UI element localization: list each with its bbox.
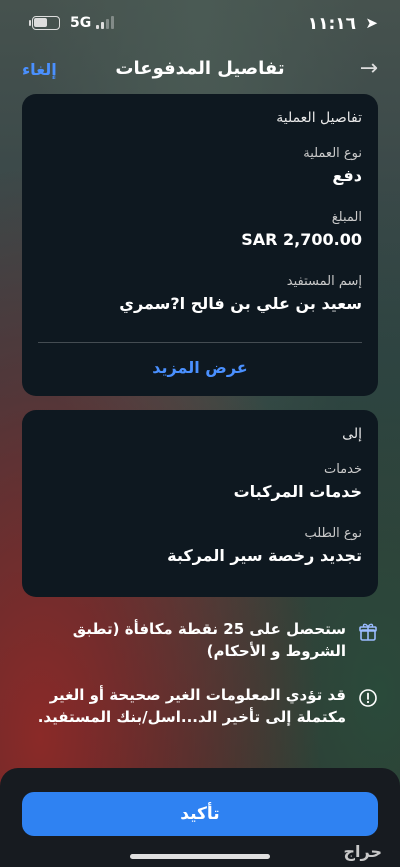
watermark: حراج [343, 842, 383, 861]
request-type-value: تجديد رخصة سير المركبة [167, 546, 362, 565]
warning-notice-text: قد تؤدي المعلومات الغير صحيحة أو الغير م… [37, 686, 346, 726]
arrow-right-icon[interactable]: → [360, 56, 378, 81]
beneficiary-label: إسم المستفيد [286, 274, 362, 289]
clock: ١١:١٦ [307, 14, 356, 34]
amount-value: SAR 2,700.00 [241, 230, 362, 249]
network-type: 5G [70, 15, 92, 31]
services-value: خدمات المركبات [233, 482, 362, 501]
beneficiary-value: سعيد بن علي بن فالح ا?سمري [119, 294, 362, 313]
show-more-button[interactable]: عرض المزيد [22, 358, 378, 377]
battery-icon [32, 16, 60, 30]
signal-icon [96, 15, 118, 29]
transaction-type-value: دفع [332, 166, 362, 185]
reward-notice-text: ستحصل على 25 نقطة مكافأة (تطبق الشروط و … [72, 620, 346, 660]
transaction-section-title: تفاصيل العملية [276, 110, 362, 126]
battery-level [34, 18, 47, 27]
location-arrow-icon: ➤ [365, 14, 378, 32]
warning-notice: قد تؤدي المعلومات الغير صحيحة أو الغير م… [22, 684, 378, 732]
battery-cap [29, 20, 31, 26]
home-indicator[interactable] [130, 854, 270, 859]
destination-card: إلى خدمات خدمات المركبات نوع الطلب تجديد… [22, 410, 378, 597]
divider [38, 342, 362, 343]
gift-icon [359, 623, 377, 641]
request-type-label: نوع الطلب [304, 526, 362, 541]
amount-label: المبلغ [331, 210, 362, 225]
transaction-details-card: تفاصيل العملية نوع العملية دفع المبلغ SA… [22, 94, 378, 396]
alert-circle-icon [359, 689, 377, 707]
services-label: خدمات [323, 462, 362, 477]
nav-bar: إلغاء تفاصيل المدفوعات → [0, 52, 400, 88]
status-bar: 5G ١١:١٦ ➤ [0, 0, 400, 46]
page-title: تفاصيل المدفوعات [115, 58, 285, 79]
reward-notice: ستحصل على 25 نقطة مكافأة (تطبق الشروط و … [22, 618, 378, 666]
confirm-button[interactable]: تأكيد [22, 792, 378, 836]
transaction-type-label: نوع العملية [303, 146, 362, 161]
destination-section-title: إلى [342, 426, 362, 442]
